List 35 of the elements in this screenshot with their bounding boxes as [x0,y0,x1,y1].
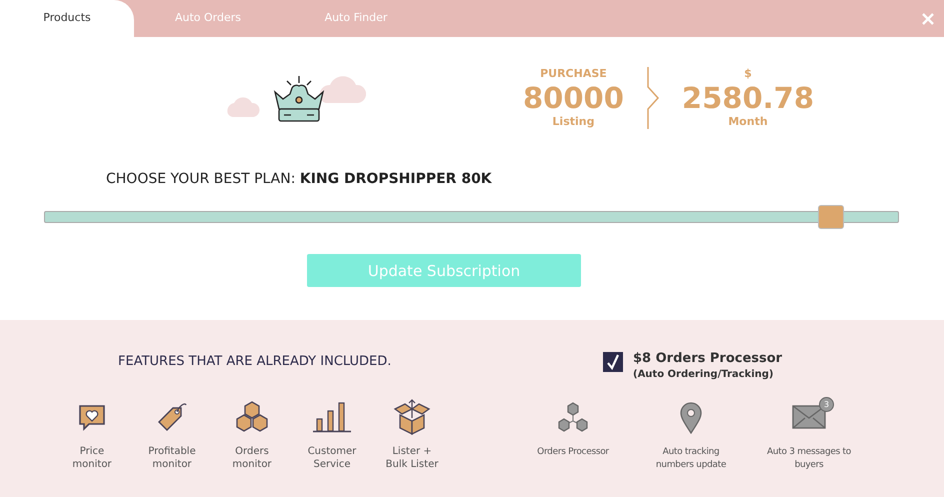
heart-message-icon [77,402,107,432]
section-title: FEATURES THAT ARE ALREADY INCLUDED. [118,354,392,369]
plan-heading: CHOOSE YOUR BEST PLAN: KING DROPSHIPPER 80K [106,171,493,187]
stat-caption: PURCHASE [540,67,607,81]
feature-label: Orders Processor [536,446,610,459]
checkmark-icon [606,354,620,370]
open-box-icon [393,398,431,436]
checkbox[interactable] [603,352,623,372]
tab[interactable]: Auto Finder [282,0,430,37]
feature-label: Price monitor [71,445,113,471]
boxes-icon [235,400,269,434]
stat-caption: $ [744,67,752,81]
stat-unit: Listing [552,115,594,129]
update-subscription-button[interactable]: Update Subscription [307,254,581,287]
tab[interactable]: Auto Orders [134,0,282,37]
feature-label: Orders monitor [231,445,273,471]
slider-thumb[interactable] [818,205,844,229]
stat-value: 2580.78 [682,81,814,115]
tab[interactable]: Products [0,0,134,37]
bar-chart-icon [312,401,352,433]
feature-label: Customer Service [306,445,358,471]
addon-subtitle: (Auto Ordering/Tracking) [633,369,774,380]
feature-label: Auto tracking numbers update [654,446,728,472]
addon-title: $8 Orders Processor [633,351,782,366]
stat-value: 80000 [523,81,624,115]
plan-slider[interactable] [44,205,899,229]
close-icon[interactable] [922,12,934,24]
stat-unit: Month [728,115,768,129]
count-badge: 3 [819,397,834,412]
location-pin-icon [680,402,702,434]
feature-label: Profitable monitor [147,445,197,471]
feature-label: Lister + Bulk Lister [384,445,440,471]
chevron-divider-icon [646,67,660,129]
feature-label: Auto 3 messages to buyers [767,446,851,472]
envelope-icon [792,403,826,429]
